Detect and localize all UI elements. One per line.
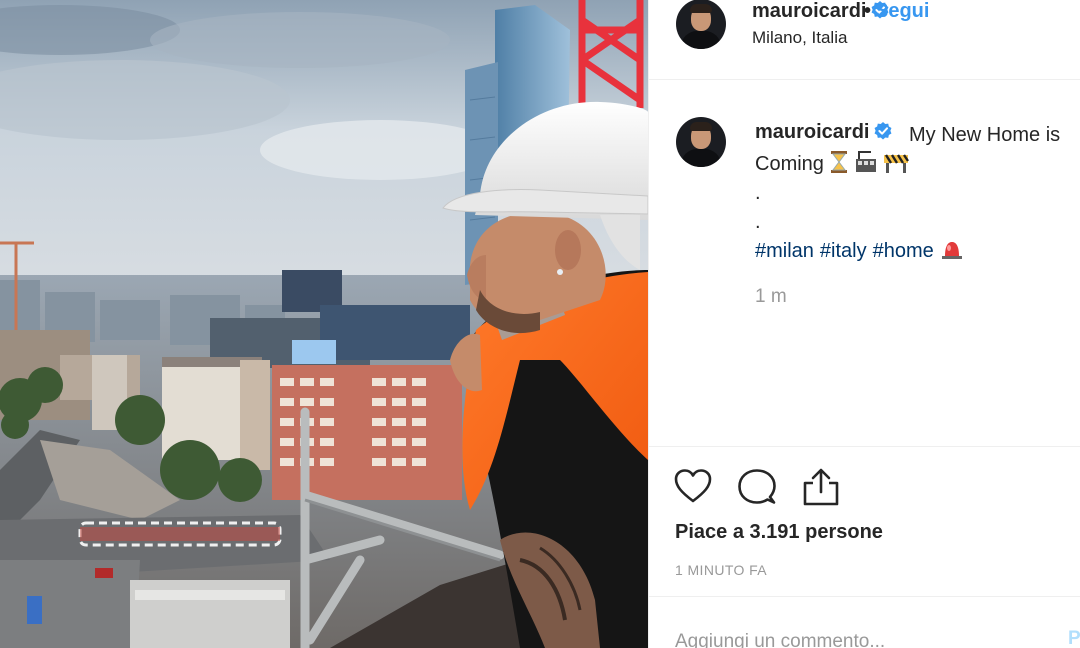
post-side-panel: mauroicardi • Segui Milano, Italia mauro… (648, 0, 1080, 648)
post-timestamp[interactable]: 1 MINUTO FA (675, 562, 767, 578)
avatar[interactable] (676, 0, 726, 49)
heart-icon (674, 469, 712, 503)
hashtag-link[interactable]: #italy (820, 240, 867, 262)
like-button[interactable] (673, 467, 713, 507)
likes-count[interactable]: Piace a 3.191 persone (675, 521, 883, 544)
comment-input[interactable] (675, 628, 1005, 648)
siren-icon (941, 242, 962, 259)
separator-dot: • (864, 0, 872, 22)
caption-line-2: Coming (755, 150, 1080, 179)
hourglass-icon (831, 151, 848, 173)
construction-site-icon (856, 151, 877, 172)
post-header: mauroicardi • Segui Milano, Italia (649, 0, 1080, 80)
caption-line-1: My New Home is (909, 124, 1061, 146)
location-link[interactable]: Milano, Italia (752, 28, 847, 48)
post-photo[interactable] (0, 0, 648, 648)
follow-button[interactable]: Segui (875, 0, 929, 23)
hashtag-link[interactable]: #milan (755, 240, 814, 262)
hashtag-list: #milan #italy #home (755, 237, 1080, 266)
share-button[interactable] (801, 467, 841, 507)
caption-section: mauroicardi My New Home is Coming . . #m… (649, 81, 1080, 447)
add-comment-section: P (649, 598, 1080, 648)
caption-avatar[interactable] (676, 117, 726, 167)
caption-text: My New Home is Coming . . #milan #italy #h… (755, 121, 1080, 266)
post-comment-button[interactable]: P (1068, 628, 1080, 648)
post-actions: Piace a 3.191 persone 1 MINUTO FA (649, 447, 1080, 597)
caption-dot-1: . (755, 182, 761, 204)
caption-time: 1 m (755, 286, 787, 307)
comment-icon (738, 469, 776, 504)
share-icon (803, 468, 839, 506)
construction-photo (0, 0, 648, 648)
hashtag-link[interactable]: #home (873, 240, 934, 262)
caption-dot-2: . (755, 211, 761, 233)
barrier-icon (883, 154, 909, 173)
comment-button[interactable] (737, 467, 777, 507)
